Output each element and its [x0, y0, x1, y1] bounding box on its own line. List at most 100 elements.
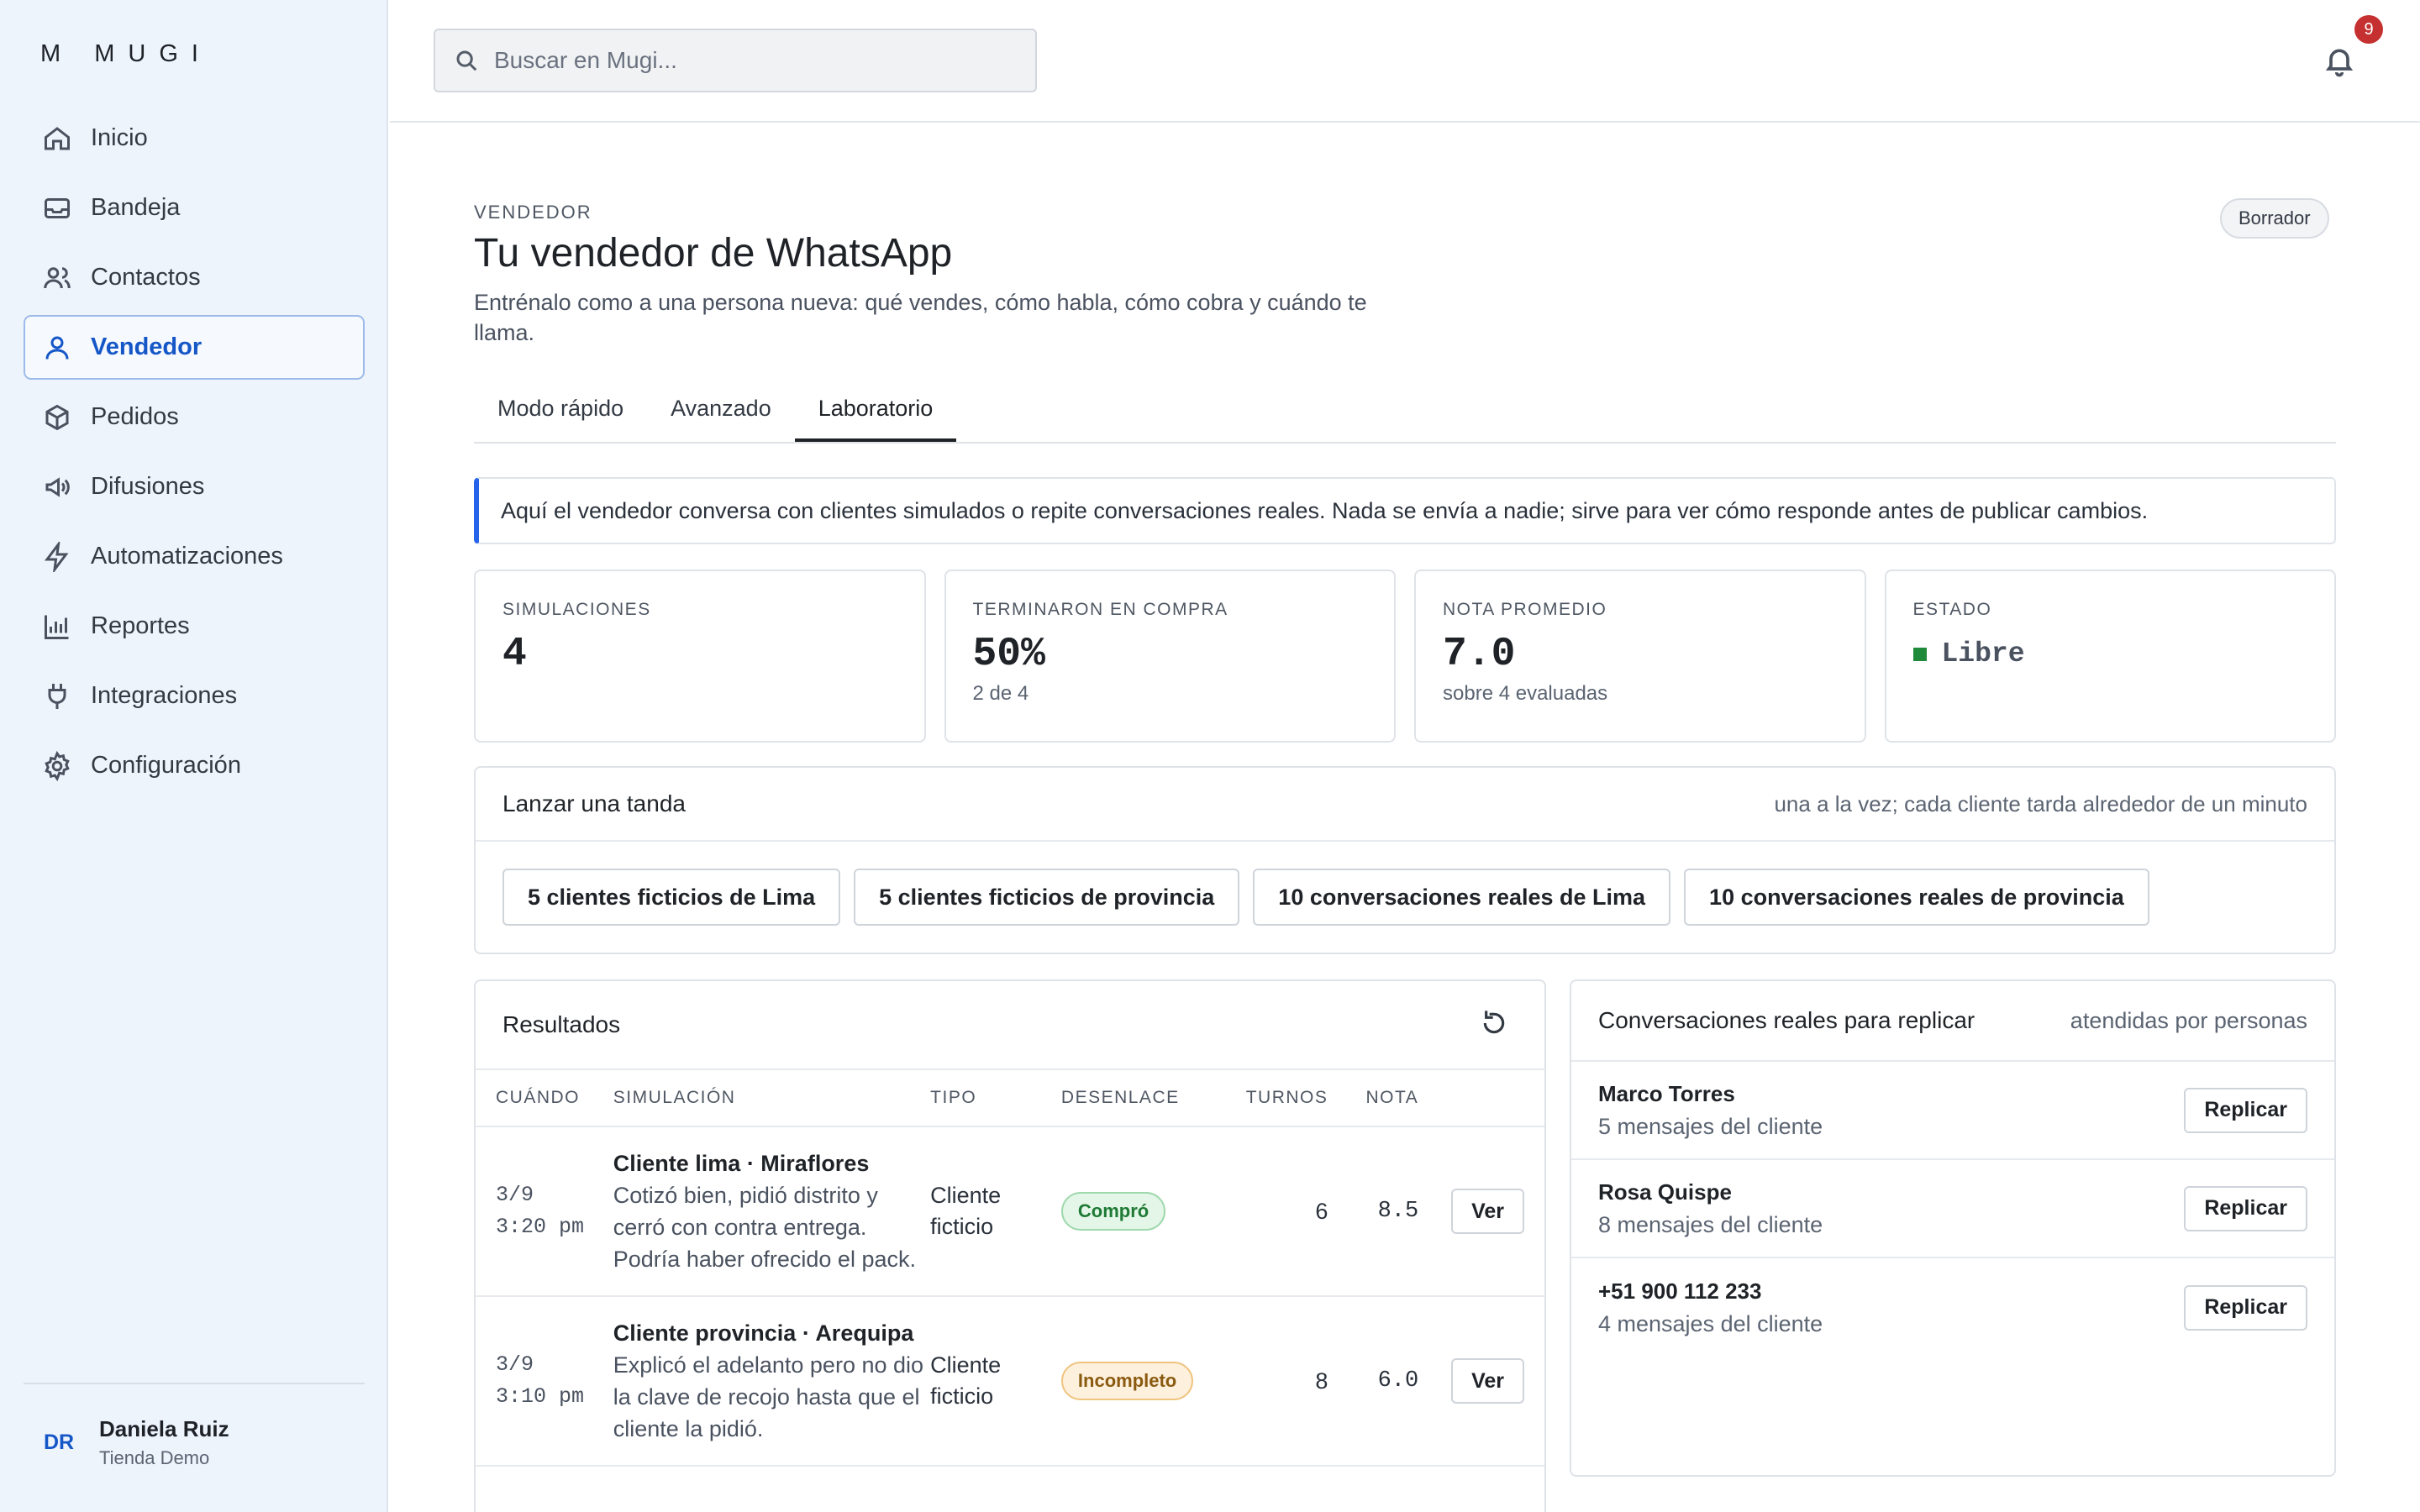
replicate-button[interactable]: Replicar	[2184, 1185, 2307, 1231]
sidebar-item-pedidos[interactable]: Pedidos	[24, 385, 365, 449]
users-icon	[44, 266, 71, 288]
user-store: Tienda Demo	[99, 1447, 210, 1468]
stat-card-simulations: SIMULACIONES 4	[474, 570, 926, 743]
results-panel: Resultados CUÁNDO SIMULACIÓN TIPO DESENL…	[474, 979, 1546, 1512]
sidebar-item-label: Contactos	[91, 264, 201, 291]
sidebar-item-automatizaciones[interactable]: Automatizaciones	[24, 524, 365, 589]
sidebar-item-inicio[interactable]: Inicio	[24, 106, 365, 171]
batch-lima-real-button[interactable]: 10 conversaciones reales de Lima	[1253, 869, 1671, 926]
row-time: 3:10 pm	[496, 1384, 585, 1409]
tab-modo-rapido[interactable]: Modo rápido	[474, 375, 647, 442]
user-name: Daniela Ruiz	[99, 1416, 229, 1441]
sidebar-item-label: Integraciones	[91, 682, 238, 709]
refresh-icon	[1483, 1010, 1505, 1033]
stat-value: 7.0	[1443, 632, 1516, 677]
stat-label: TERMINARON EN COMPRA	[972, 600, 1228, 619]
info-banner: Aquí el vendedor conversa con clientes s…	[474, 477, 2336, 544]
inbox-icon	[45, 197, 70, 218]
user-icon	[45, 336, 69, 360]
view-button[interactable]: Ver	[1451, 1358, 1525, 1404]
sidebar-item-contactos[interactable]: Contactos	[24, 245, 365, 310]
cell-simulation: Cliente provincia · Arequipa Explicó el …	[613, 1317, 930, 1445]
replicate-button[interactable]: Replicar	[2184, 1284, 2307, 1331]
sidebar-item-label: Inicio	[91, 124, 148, 151]
bell-icon	[2325, 49, 2354, 77]
search-box[interactable]	[434, 29, 1037, 92]
column-header[interactable]: CUÁNDO	[476, 1088, 613, 1108]
column-header[interactable]: NOTA	[1328, 1088, 1418, 1108]
table-row: 3/9 3:10 pm Cliente provincia · Arequipa…	[476, 1297, 1544, 1467]
stat-card-purchases: TERMINARON EN COMPRA 50% 2 de 4	[944, 570, 1396, 743]
user-profile[interactable]: DR Daniela Ruiz Tienda Demo	[44, 1416, 229, 1469]
results-header: Resultados	[476, 981, 1544, 1070]
outcome-badge: Compró	[1060, 1192, 1166, 1231]
stat-label: ESTADO	[1912, 600, 1992, 619]
results-title: Resultados	[502, 1011, 621, 1037]
tab-bar: Modo rápido Avanzado Laboratorio	[474, 375, 2336, 444]
page-title: Tu vendedor de WhatsApp	[474, 231, 953, 276]
cell-action: Ver	[1418, 1189, 1544, 1234]
batch-lima-fictitious-button[interactable]: 5 clientes ficticios de Lima	[502, 869, 841, 926]
sidebar-item-bandeja[interactable]: Bandeja	[24, 176, 365, 240]
row-time: 3:20 pm	[496, 1215, 585, 1239]
search-input[interactable]	[494, 47, 1015, 74]
stat-card-state: ESTADO Libre	[1884, 570, 2336, 743]
cell-turns: 6	[1315, 1198, 1328, 1224]
simulation-desc: Cotizó bien, pidió distrito y cerró con …	[613, 1183, 916, 1272]
column-header[interactable]: SIMULACIÓN	[613, 1088, 930, 1108]
tab-avanzado[interactable]: Avanzado	[647, 375, 795, 442]
list-item: Rosa Quispe 8 mensajes del cliente Repli…	[1571, 1160, 2334, 1258]
sidebar-item-label: Difusiones	[91, 473, 205, 500]
status-badge: Borrador	[2220, 198, 2329, 239]
cell-when: 3/9 3:10 pm	[476, 1349, 613, 1413]
row-date: 3/9	[496, 1352, 534, 1377]
column-header[interactable]: TURNOS	[1221, 1088, 1328, 1108]
message-count: 5 mensajes del cliente	[1598, 1113, 1823, 1139]
bolt-icon	[45, 541, 69, 572]
cell-simulation: Cliente lima · Miraflores Cotizó bien, p…	[613, 1147, 930, 1275]
list-item: Marco Torres 5 mensajes del cliente Repl…	[1571, 1062, 2334, 1160]
sidebar-item-vendedor[interactable]: Vendedor	[24, 315, 365, 380]
real-conversations-title: Conversaciones reales para replicar	[1598, 1007, 1975, 1033]
message-count: 8 mensajes del cliente	[1598, 1211, 1823, 1237]
contact-name: Rosa Quispe	[1598, 1179, 1732, 1205]
batch-province-real-button[interactable]: 10 conversaciones reales de provincia	[1684, 869, 2149, 926]
simulation-desc: Explicó el adelanto pero no dio la clave…	[613, 1352, 924, 1441]
replicate-button[interactable]: Replicar	[2184, 1087, 2307, 1133]
column-header[interactable]: TIPO	[930, 1088, 1061, 1108]
sidebar-divider	[24, 1383, 365, 1384]
batch-title: Lanzar una tanda	[502, 790, 686, 816]
batch-buttons: 5 clientes ficticios de Lima 5 clientes …	[476, 842, 2334, 926]
tab-laboratorio[interactable]: Laboratorio	[794, 375, 957, 442]
search-icon	[456, 50, 477, 71]
sidebar-item-difusiones[interactable]: Difusiones	[24, 454, 365, 519]
sidebar-item-configuracion[interactable]: Configuración	[24, 733, 365, 798]
state-value: Libre	[1941, 638, 2025, 669]
message-count: 4 mensajes del cliente	[1598, 1310, 1823, 1336]
batch-province-fictitious-button[interactable]: 5 clientes ficticios de provincia	[854, 869, 1240, 926]
sidebar-item-label: Automatizaciones	[91, 543, 283, 570]
column-header[interactable]: DESENLACE	[1061, 1088, 1221, 1108]
sidebar-item-reportes[interactable]: Reportes	[24, 594, 365, 659]
page-eyebrow: VENDEDOR	[474, 202, 592, 223]
contact-name: +51 900 112 233	[1598, 1278, 1762, 1304]
sidebar-item-integraciones[interactable]: Integraciones	[24, 664, 365, 728]
simulation-title: Cliente lima · Miraflores	[613, 1151, 870, 1176]
sidebar: M MUGI Inicio Bandeja Contactos Vendedor…	[0, 0, 388, 1512]
avatar: DR	[44, 1431, 75, 1454]
cell-when: 3/9 3:20 pm	[476, 1179, 613, 1243]
refresh-button[interactable]	[1481, 1010, 1507, 1041]
stat-value: 50%	[972, 632, 1045, 677]
stat-sub: 2 de 4	[972, 682, 1029, 705]
plug-icon	[48, 683, 66, 709]
list-item: +51 900 112 233 4 mensajes del cliente R…	[1571, 1258, 2334, 1357]
home-icon	[45, 126, 70, 150]
brand-logo[interactable]: M MUGI	[40, 40, 212, 68]
cell-type: Cliente ficticio	[930, 1352, 1002, 1409]
megaphone-icon	[45, 476, 70, 497]
stats-row: SIMULACIONES 4 TERMINARON EN COMPRA 50% …	[474, 570, 2336, 743]
notifications-button[interactable]	[2323, 42, 2356, 79]
view-button[interactable]: Ver	[1451, 1189, 1525, 1234]
state-indicator: Libre	[1912, 638, 2308, 669]
real-conversations-note: atendidas por personas	[2070, 1007, 2307, 1033]
